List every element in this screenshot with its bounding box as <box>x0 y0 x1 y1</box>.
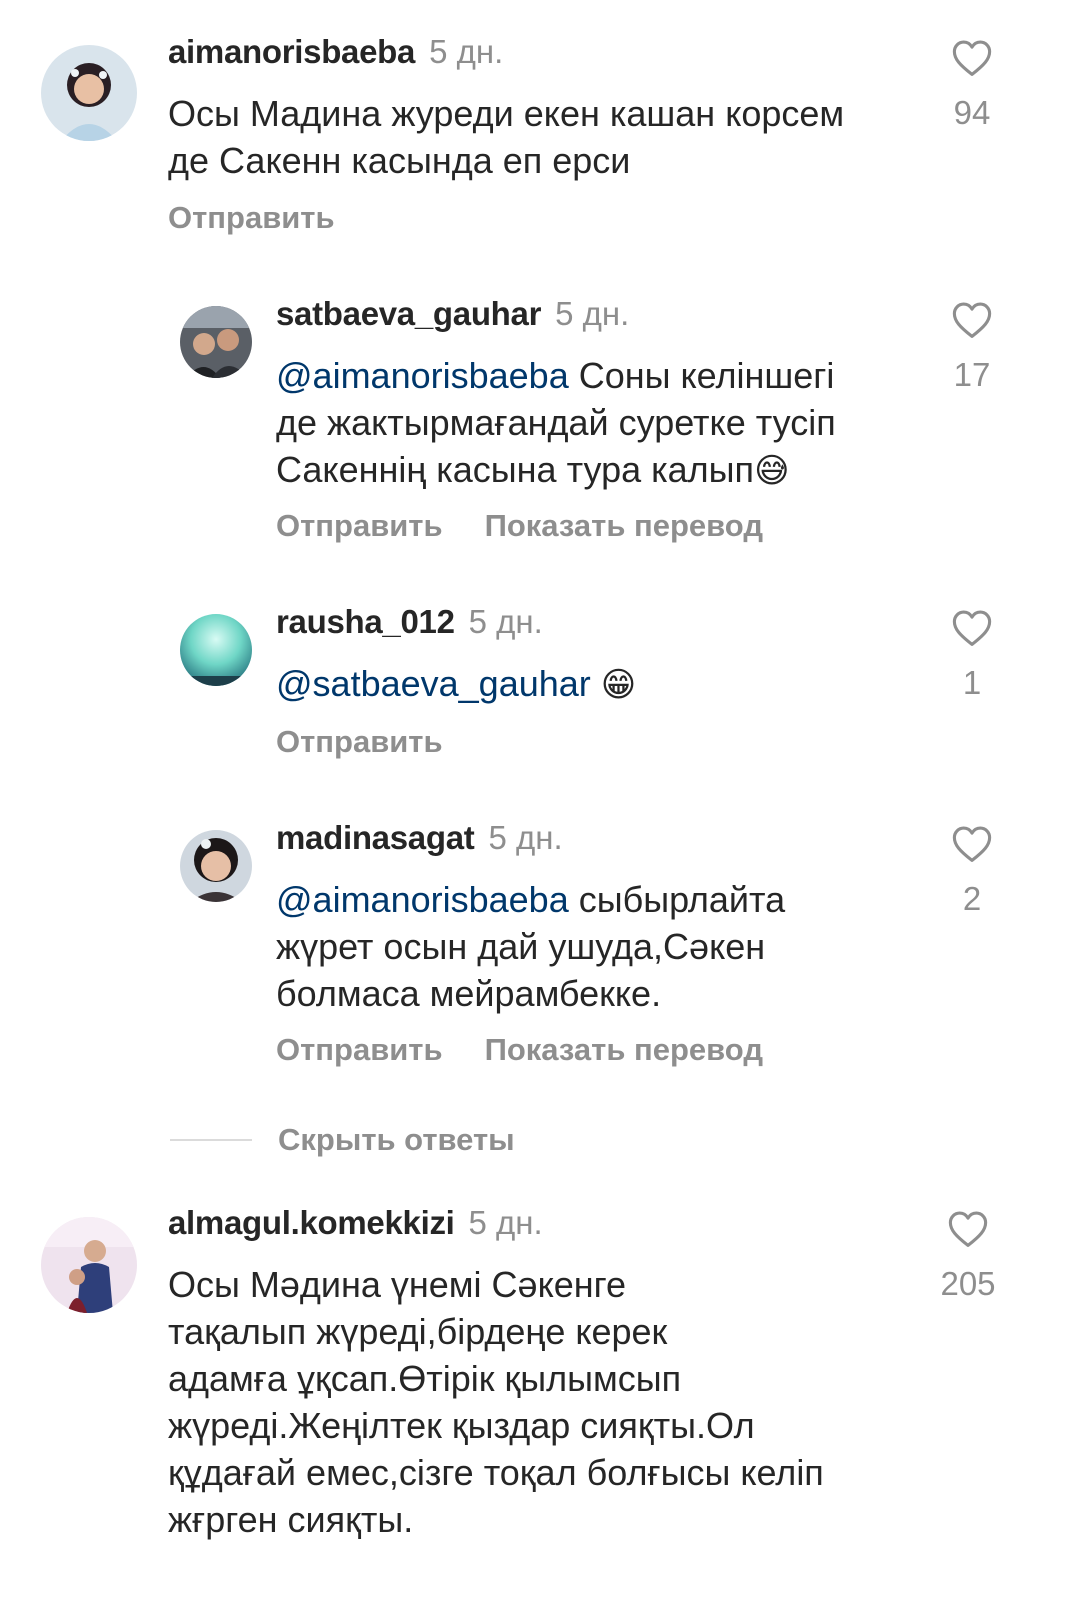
emoji: 😁 <box>600 665 637 705</box>
like-count: 205 <box>940 1265 996 1302</box>
heart-outline-icon <box>952 610 992 646</box>
username[interactable]: almagul.komekkizi <box>168 1204 455 1241</box>
avatar[interactable] <box>41 1217 137 1313</box>
comment-text: Осы Мадина журеди екен кашан корсем де С… <box>168 93 845 181</box>
like-button[interactable] <box>951 39 993 77</box>
send-button[interactable]: Отправить <box>276 724 443 759</box>
hide-replies-label[interactable]: Скрыть ответы <box>278 1120 515 1160</box>
avatar[interactable] <box>180 306 252 378</box>
mention-link[interactable]: @aimanorisbaeba <box>276 355 569 396</box>
comment-text: Осы Мәдина үнемі Сәкенге тақалып жүреді,… <box>168 1264 824 1540</box>
heart-outline-icon <box>952 40 992 76</box>
show-translation-button[interactable]: Показать перевод <box>485 1032 763 1067</box>
timestamp: 5 дн. <box>555 295 630 332</box>
heart-outline-icon <box>952 826 992 862</box>
send-button[interactable]: Отправить <box>276 508 443 543</box>
avatar[interactable] <box>180 614 252 686</box>
heart-outline-icon <box>948 1211 988 1247</box>
emoji: 😅 <box>754 451 790 491</box>
username[interactable]: aimanorisbaeba <box>168 33 415 70</box>
username[interactable]: satbaeva_gauhar <box>276 295 541 332</box>
show-translation-button[interactable]: Показать перевод <box>485 508 763 543</box>
heart-outline-icon <box>952 302 992 338</box>
like-count: 17 <box>953 356 991 393</box>
like-count: 2 <box>962 880 982 917</box>
like-button[interactable] <box>951 609 993 647</box>
comment-text: @aimanorisbaeba сыбырлайта жүрет осын да… <box>276 879 786 1014</box>
comment-text: @satbaeva_gauhar 😁 <box>276 660 636 709</box>
avatar[interactable] <box>180 830 252 902</box>
send-button[interactable]: Отправить <box>168 200 335 235</box>
username[interactable]: madinasagat <box>276 819 475 856</box>
timestamp: 5 дн. <box>468 1204 543 1241</box>
like-button[interactable] <box>951 301 993 339</box>
mention-link[interactable]: @satbaeva_gauhar <box>276 663 591 704</box>
timestamp: 5 дн. <box>468 603 543 640</box>
like-count: 1 <box>962 664 982 701</box>
username[interactable]: rausha_012 <box>276 603 455 640</box>
comment-text: @aimanorisbaeba Соны келіншегі де жактыр… <box>276 355 836 491</box>
hide-replies-divider <box>170 1139 252 1141</box>
like-button[interactable] <box>951 825 993 863</box>
timestamp: 5 дн. <box>488 819 563 856</box>
like-count: 94 <box>953 94 991 131</box>
avatar[interactable] <box>41 45 137 141</box>
timestamp: 5 дн. <box>429 33 504 70</box>
like-button[interactable] <box>947 1210 989 1248</box>
send-button[interactable]: Отправить <box>276 1032 443 1067</box>
mention-link[interactable]: @aimanorisbaeba <box>276 879 569 920</box>
